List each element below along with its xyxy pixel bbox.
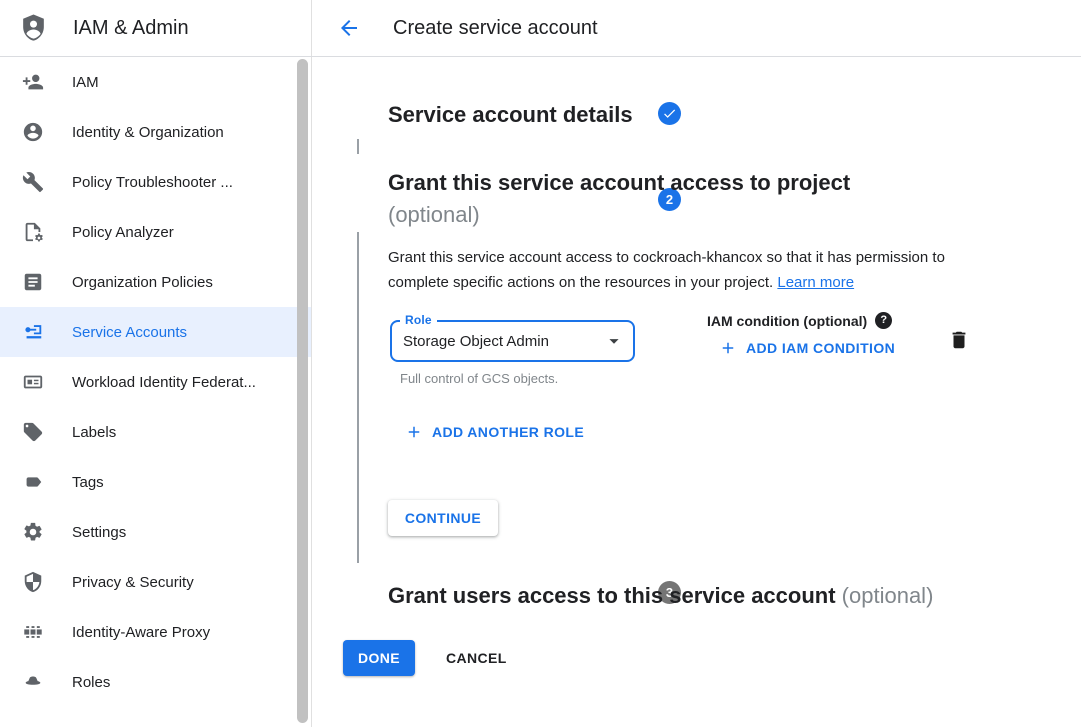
role-field-label: Role [400,313,437,327]
sidebar-item-privacy-security[interactable]: Privacy & Security [0,557,311,607]
stepper-connector [357,139,359,154]
create-service-account-form: Service account details 2 Grant this ser… [313,57,1081,727]
role-selected-value: Storage Object Admin [403,333,603,350]
add-iam-condition-button[interactable]: ADD IAM CONDITION [719,339,895,357]
step1-title: Service account details [388,99,633,131]
chevron-down-icon [603,330,625,352]
sidebar-scrollbar[interactable] [297,59,308,723]
sidebar-item-labels[interactable]: Labels [0,407,311,457]
sidebar-item-label: Labels [72,424,116,441]
step2-title: Grant this service account access to pro… [388,167,948,231]
sidebar-item-tags[interactable]: Tags [0,457,311,507]
add-iam-condition-label: ADD IAM CONDITION [746,340,895,356]
add-another-role-label: ADD ANOTHER ROLE [432,424,584,440]
step3-title: Grant users access to this service accou… [388,580,1048,612]
proxy-strip-icon [22,621,44,643]
sidebar-item-identity-organization[interactable]: Identity & Organization [0,107,311,157]
step2-optional-label: (optional) [388,202,480,227]
sidebar-item-service-accounts[interactable]: Service Accounts [0,307,311,357]
product-title: IAM & Admin [73,17,189,40]
person-add-icon [22,71,44,93]
page-title: Create service account [393,17,598,40]
iam-condition-label: IAM condition (optional) [707,313,867,329]
role-helper-text: Full control of GCS objects. [400,371,558,386]
sidebar-item-label: Workload Identity Federat... [72,374,256,391]
top-bar: IAM & Admin Create service account [0,0,1081,57]
article-icon [22,271,44,293]
sidebar-item-workload-identity-federation[interactable]: Workload Identity Federat... [0,357,311,407]
sidebar-item-label: Identity & Organization [72,124,224,141]
step3-optional-label: (optional) [842,583,934,608]
sidebar-item-iam[interactable]: IAM [0,57,311,107]
step3-title-text: Grant users access to this service accou… [388,583,836,608]
sidebar-item-label: Organization Policies [72,274,213,291]
step2-title-text: Grant this service account access to pro… [388,170,850,195]
sidebar-item-label: Roles [72,674,110,691]
sidebar-item-roles[interactable]: Roles [0,657,311,707]
account-circle-icon [22,121,44,143]
plus-icon [719,339,737,357]
sidebar-item-label: Service Accounts [72,324,187,341]
sidebar-item-label: Settings [72,524,126,541]
step1-completed-check-icon [658,102,681,125]
sidebar-item-label: Privacy & Security [72,574,194,591]
gcp-console-app: IAM & Admin Create service account IAM I… [0,0,1081,727]
tag-arrow-icon [22,471,44,493]
iam-shield-icon [18,11,49,45]
hat-icon [22,671,44,693]
sidebar-item-settings[interactable]: Settings [0,507,311,557]
cancel-button[interactable]: CANCEL [446,640,507,676]
role-dropdown[interactable]: Role Storage Object Admin [390,320,635,362]
help-icon[interactable]: ? [875,312,892,329]
sidebar-item-organization-policies[interactable]: Organization Policies [0,257,311,307]
sidebar-nav: IAM Identity & Organization Policy Troub… [0,57,312,727]
sidebar-item-label: Policy Troubleshooter ... [72,174,233,191]
iam-condition-header: IAM condition (optional) ? [707,312,892,329]
arrow-back-icon[interactable] [337,16,361,40]
step2-description-text: Grant this service account access to coc… [388,249,945,291]
sidebar-item-label: Policy Analyzer [72,224,174,241]
sidebar-item-policy-analyzer[interactable]: Policy Analyzer [0,207,311,257]
shield-half-icon [22,571,44,593]
sidebar-item-label: Tags [72,474,104,491]
stepper-connector [357,232,359,563]
product-header: IAM & Admin [0,0,312,56]
done-button[interactable]: DONE [343,640,415,676]
sidebar-item-label: Identity-Aware Proxy [72,624,210,641]
page-header: Create service account [312,0,1081,56]
delete-role-trash-icon[interactable] [948,329,970,351]
plus-icon [405,423,423,441]
service-account-key-icon [22,321,44,343]
label-tag-icon [22,421,44,443]
step2-description: Grant this service account access to coc… [388,245,988,295]
learn-more-link[interactable]: Learn more [777,274,854,291]
continue-button[interactable]: CONTINUE [388,500,498,536]
sidebar-item-policy-troubleshooter[interactable]: Policy Troubleshooter ... [0,157,311,207]
sidebar-item-label: IAM [72,74,99,91]
badge-card-icon [22,371,44,393]
document-gear-icon [22,221,44,243]
sidebar-item-identity-aware-proxy[interactable]: Identity-Aware Proxy [0,607,311,657]
wrench-icon [22,171,44,193]
gear-icon [22,521,44,543]
add-another-role-button[interactable]: ADD ANOTHER ROLE [405,423,584,441]
